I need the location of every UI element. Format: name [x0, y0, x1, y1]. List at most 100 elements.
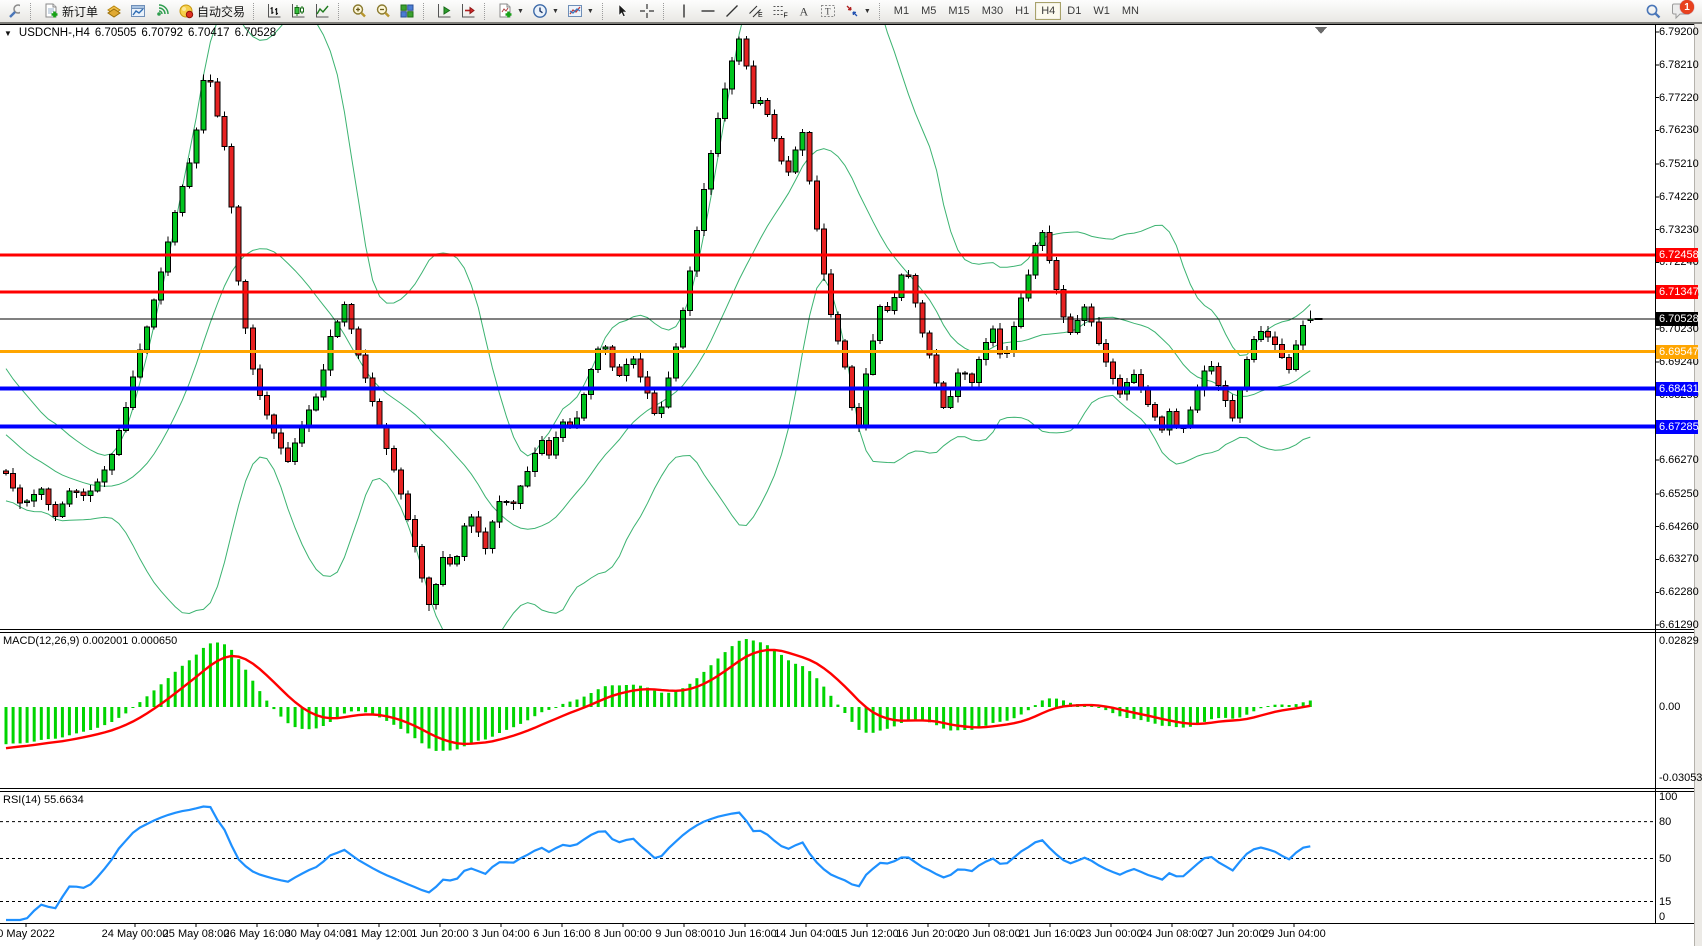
arrows-tool-button[interactable]: ▼: [840, 1, 875, 21]
cursor-tool-button[interactable]: [611, 1, 635, 21]
price-tick-label: 6.66270: [1659, 454, 1699, 466]
zoom-in-icon: [351, 3, 367, 19]
chart-title: ▼ USDCNH-,H4 6.70505 6.70792 6.70417 6.7…: [4, 27, 276, 39]
zoom-in-button[interactable]: [347, 1, 371, 21]
chart-shift-icon: [436, 3, 452, 19]
text-label-tool-button[interactable]: T: [816, 1, 840, 21]
panel-resize-handle-macd[interactable]: [0, 626, 1694, 632]
equidistant-channel-tool-button[interactable]: E: [744, 1, 768, 21]
new-chart-button[interactable]: [126, 1, 150, 21]
price-tick-label: 6.64260: [1659, 521, 1699, 533]
candle-chart-icon: [290, 3, 306, 19]
toolbar-button-label: 新订单: [62, 3, 98, 20]
rsi-axis-label: 0: [1659, 911, 1665, 923]
search-icon[interactable]: [1645, 3, 1662, 20]
time-axis-label: 9 Jun 08:00: [655, 928, 713, 940]
dropdown-caret-icon: ▼: [864, 8, 871, 15]
fibonacci-tool-button[interactable]: F: [768, 1, 792, 21]
time-axis-label: 21 Jun 16:00: [1018, 928, 1082, 940]
time-axis-label: 1 Jun 20:00: [411, 928, 469, 940]
price-tick-label: 6.74220: [1659, 191, 1699, 203]
candlestick-mode-button[interactable]: [286, 1, 310, 21]
toolbar-button-label: 自动交易: [197, 3, 245, 20]
rsi-layer: [0, 807, 1655, 921]
timeframe-w1-button[interactable]: W1: [1087, 2, 1116, 20]
line-chart-icon: [314, 3, 330, 19]
ohlc-high: 6.70792: [141, 27, 183, 39]
toolbar-separator: [484, 3, 490, 20]
level-price-badge: 6.69547: [1656, 345, 1698, 359]
time-axis-label: 30 May 04:00: [285, 928, 352, 940]
templates-button[interactable]: ▼: [563, 1, 598, 21]
price-tick-label: 6.77220: [1659, 92, 1699, 104]
symbol-period-label: USDCNH-,H4: [19, 27, 90, 39]
timeframe-m5-button[interactable]: M5: [915, 2, 942, 20]
time-axis-label: 23 Jun 00:00: [1079, 928, 1143, 940]
text-icon: A: [796, 3, 812, 19]
quotes-button[interactable]: [102, 1, 126, 21]
timeframe-d1-button[interactable]: D1: [1061, 2, 1087, 20]
panel-resize-handle-rsi[interactable]: [0, 785, 1694, 791]
timeframe-m1-button[interactable]: M1: [888, 2, 915, 20]
notifications-button[interactable]: 1: [1672, 2, 1692, 20]
text-label-icon: T: [820, 3, 836, 19]
new-order-icon: [43, 3, 59, 19]
toolbar: 新订单 自动交易 ▼ ▼ ▼ EFAT ▼ M1M5M15M30H1H4D1W1MN 1: [0, 0, 1702, 24]
timeframe-m30-button[interactable]: M30: [976, 2, 1009, 20]
signals-button[interactable]: [150, 1, 174, 21]
time-axis-label: 24 Jun 08:00: [1140, 928, 1204, 940]
timeframe-h4-button[interactable]: H4: [1035, 2, 1061, 20]
one-click-trading-toggle[interactable]: ▼: [4, 29, 12, 38]
chart-canvas[interactable]: [0, 24, 1702, 946]
rsi-axis-label: 15: [1659, 896, 1671, 908]
time-axis-label: 27 Jun 20:00: [1201, 928, 1265, 940]
price-tick-label: 6.65250: [1659, 488, 1699, 500]
trendline-tool-button[interactable]: [720, 1, 744, 21]
timeframe-h1-button[interactable]: H1: [1009, 2, 1035, 20]
timeframe-m15-button[interactable]: M15: [942, 2, 975, 20]
mt4-window: 新订单 自动交易 ▼ ▼ ▼ EFAT ▼ M1M5M15M30H1H4D1W1MN 1 ▼ U…: [0, 0, 1702, 946]
periods-button[interactable]: ▼: [528, 1, 563, 21]
timeframe-mn-button[interactable]: MN: [1116, 2, 1145, 20]
new-order-button[interactable]: 新订单: [39, 1, 102, 21]
fibonacci-icon: F: [772, 3, 788, 19]
level-price-badge: 6.67285: [1656, 420, 1698, 434]
arrows-icon: [844, 3, 860, 19]
auto-scroll-icon: [460, 3, 476, 19]
macd-layer: [5, 639, 1312, 751]
dropdown-caret-icon: ▼: [552, 8, 559, 15]
clipped-toolbar-button[interactable]: [2, 1, 26, 21]
autotrading-button[interactable]: 自动交易: [174, 1, 249, 21]
line-chart-mode-button[interactable]: [310, 1, 334, 21]
toolbar-right-tools: 1: [1645, 2, 1700, 20]
toolbar-separator: [338, 3, 344, 20]
auto-scroll-button[interactable]: [456, 1, 480, 21]
horizontal-line-tool-button[interactable]: [696, 1, 720, 21]
indicators-list-button[interactable]: ▼: [493, 1, 528, 21]
macd-axis-min-label: -0.030537: [1659, 772, 1702, 784]
chart-shift-marker: [1315, 27, 1327, 34]
time-axis-label: 14 Jun 04:00: [774, 928, 838, 940]
macd-axis-max-label: 0.02829: [1659, 635, 1699, 647]
price-tick-label: 6.75210: [1659, 158, 1699, 170]
vertical-line-tool-button[interactable]: [672, 1, 696, 21]
chart-window-icon: [130, 3, 146, 19]
zoom-out-button[interactable]: [371, 1, 395, 21]
rsi-axis-label: 80: [1659, 816, 1671, 828]
clipped-icon: [6, 3, 22, 19]
toolbar-separator: [253, 3, 259, 20]
quotes-icon: [106, 3, 122, 19]
text-tool-button[interactable]: A: [792, 1, 816, 21]
tile-windows-button[interactable]: [395, 1, 419, 21]
crosshair-tool-button[interactable]: [635, 1, 659, 21]
price-tick-label: 6.76230: [1659, 124, 1699, 136]
bar-chart-mode-button[interactable]: [262, 1, 286, 21]
toolbar-separator: [602, 3, 608, 20]
chart-area[interactable]: ▼ USDCNH-,H4 6.70505 6.70792 6.70417 6.7…: [0, 24, 1702, 946]
ohlc-open: 6.70505: [95, 27, 137, 39]
cursor-icon: [615, 3, 631, 19]
crosshair-icon: [639, 3, 655, 19]
chart-shift-button[interactable]: [432, 1, 456, 21]
svg-text:A: A: [799, 5, 808, 19]
time-axis-label: 6 Jun 16:00: [533, 928, 591, 940]
